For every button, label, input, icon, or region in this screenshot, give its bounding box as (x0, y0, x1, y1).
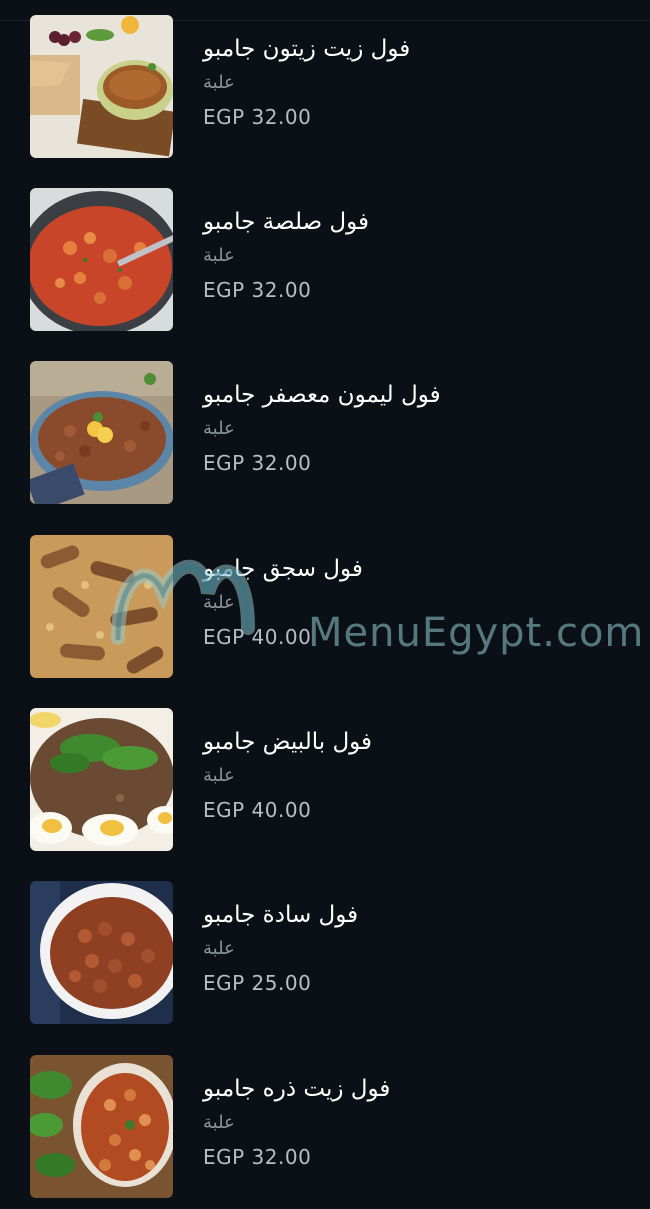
item-price: EGP 32.00 (203, 105, 312, 129)
item-price: EGP 40.00 (203, 798, 312, 822)
dish-photo (30, 361, 173, 504)
item-unit: علبة (203, 592, 235, 613)
item-price: EGP 32.00 (203, 1145, 312, 1169)
item-unit: علبة (203, 938, 235, 959)
dish-photo (30, 1055, 173, 1198)
item-name: فول بالبيض جامبو (203, 729, 373, 755)
item-name: فول سجق جامبو (203, 556, 363, 582)
dish-photo (30, 188, 173, 331)
item-price: EGP 25.00 (203, 971, 312, 995)
item-name: فول سادة جامبو (203, 902, 359, 928)
item-unit: علبة (203, 245, 235, 266)
item-unit: علبة (203, 72, 235, 93)
menu-item-tomato-sauce-fool[interactable]: فول صلصة جامبو علبة EGP 32.00 (0, 188, 650, 333)
item-price: EGP 32.00 (203, 278, 312, 302)
menu-item-lemon-safflower-fool[interactable]: فول ليمون معصفر جامبو علبة EGP 32.00 (0, 361, 650, 506)
item-name: فول ليمون معصفر جامبو (203, 382, 441, 408)
item-price: EGP 32.00 (203, 451, 312, 475)
menu-item-corn-oil-fool[interactable]: فول زيت ذره جامبو علبة EGP 32.00 (0, 1055, 650, 1200)
item-name: فول زيت زيتون جامبو (203, 36, 411, 62)
item-price: EGP 40.00 (203, 625, 312, 649)
dish-photo (30, 881, 173, 1024)
item-name: فول زيت ذره جامبو (203, 1076, 391, 1102)
item-name: فول صلصة جامبو (203, 209, 369, 235)
menu-item-egg-fool[interactable]: فول بالبيض جامبو علبة EGP 40.00 (0, 708, 650, 853)
menu-item-olive-oil-fool[interactable]: فول زيت زيتون جامبو علبة EGP 32.00 (0, 15, 650, 160)
dish-photo (30, 535, 173, 678)
menu-item-sausage-fool[interactable]: فول سجق جامبو علبة EGP 40.00 (0, 535, 650, 680)
item-unit: علبة (203, 765, 235, 786)
dish-photo (30, 15, 173, 158)
item-unit: علبة (203, 1112, 235, 1133)
menu-item-plain-fool[interactable]: فول سادة جامبو علبة EGP 25.00 (0, 881, 650, 1026)
item-unit: علبة (203, 418, 235, 439)
dish-photo (30, 708, 173, 851)
